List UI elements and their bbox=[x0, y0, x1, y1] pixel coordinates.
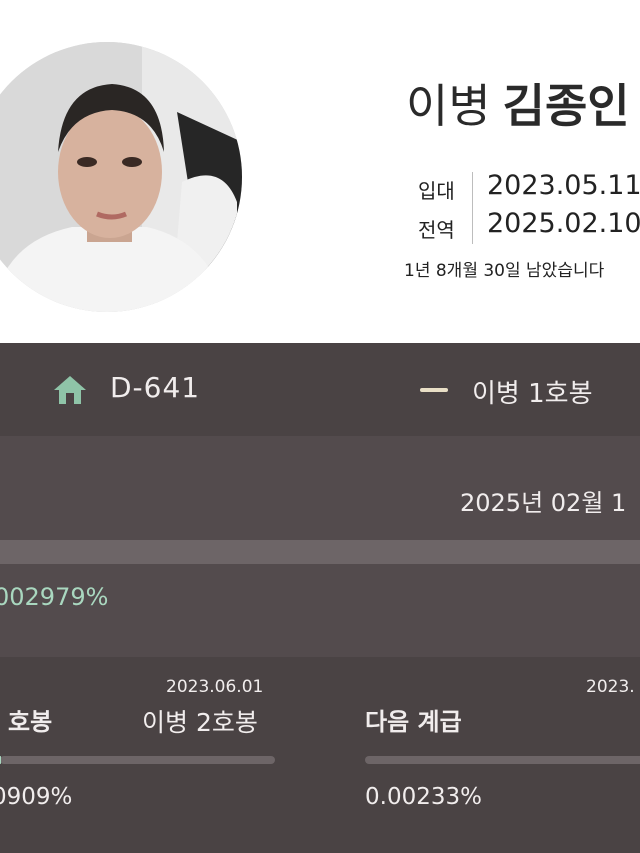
card-hobong-next-rank: 이병 2호봉 bbox=[142, 708, 258, 737]
profile-full-name: 김종인 bbox=[502, 79, 630, 133]
card-hobong-percent: 0909% bbox=[0, 784, 73, 810]
home-icon[interactable] bbox=[52, 374, 88, 410]
avatar bbox=[0, 42, 242, 312]
discharge-label: 전역 bbox=[418, 218, 455, 242]
discharge-date: 2025.02.10 bbox=[487, 208, 640, 239]
card-next-rank-date: 2023. bbox=[586, 677, 635, 697]
remaining-time: 1년 8개월 30일 남았습니다 bbox=[404, 261, 605, 281]
dday-counter: D-641 bbox=[110, 371, 201, 404]
card-hobong-track bbox=[0, 756, 275, 764]
card-hobong-next-date: 2023.06.01 bbox=[166, 677, 264, 697]
rank-insignia-icon bbox=[420, 388, 448, 392]
progress-percent: 002979% bbox=[0, 583, 109, 611]
progress-track bbox=[0, 540, 640, 564]
card-next-rank-title: 다음 계급 bbox=[365, 708, 462, 736]
card-next-rank-track bbox=[365, 756, 640, 764]
profile-rank: 이병 bbox=[406, 79, 491, 133]
profile-name: 이병 김종인 bbox=[406, 70, 630, 136]
enlist-date: 2023.05.11 bbox=[487, 170, 640, 201]
profile-photo-icon bbox=[0, 42, 242, 312]
card-hobong-title: 호봉 bbox=[8, 708, 53, 736]
info-divider bbox=[472, 172, 473, 244]
discharge-datetime: 2025년 02월 1 bbox=[460, 489, 627, 517]
card-next-rank-percent: 0.00233% bbox=[365, 784, 482, 810]
current-rank: 이병 1호봉 bbox=[472, 379, 593, 409]
enlist-label: 입대 bbox=[418, 179, 455, 203]
cards-section bbox=[0, 657, 640, 853]
